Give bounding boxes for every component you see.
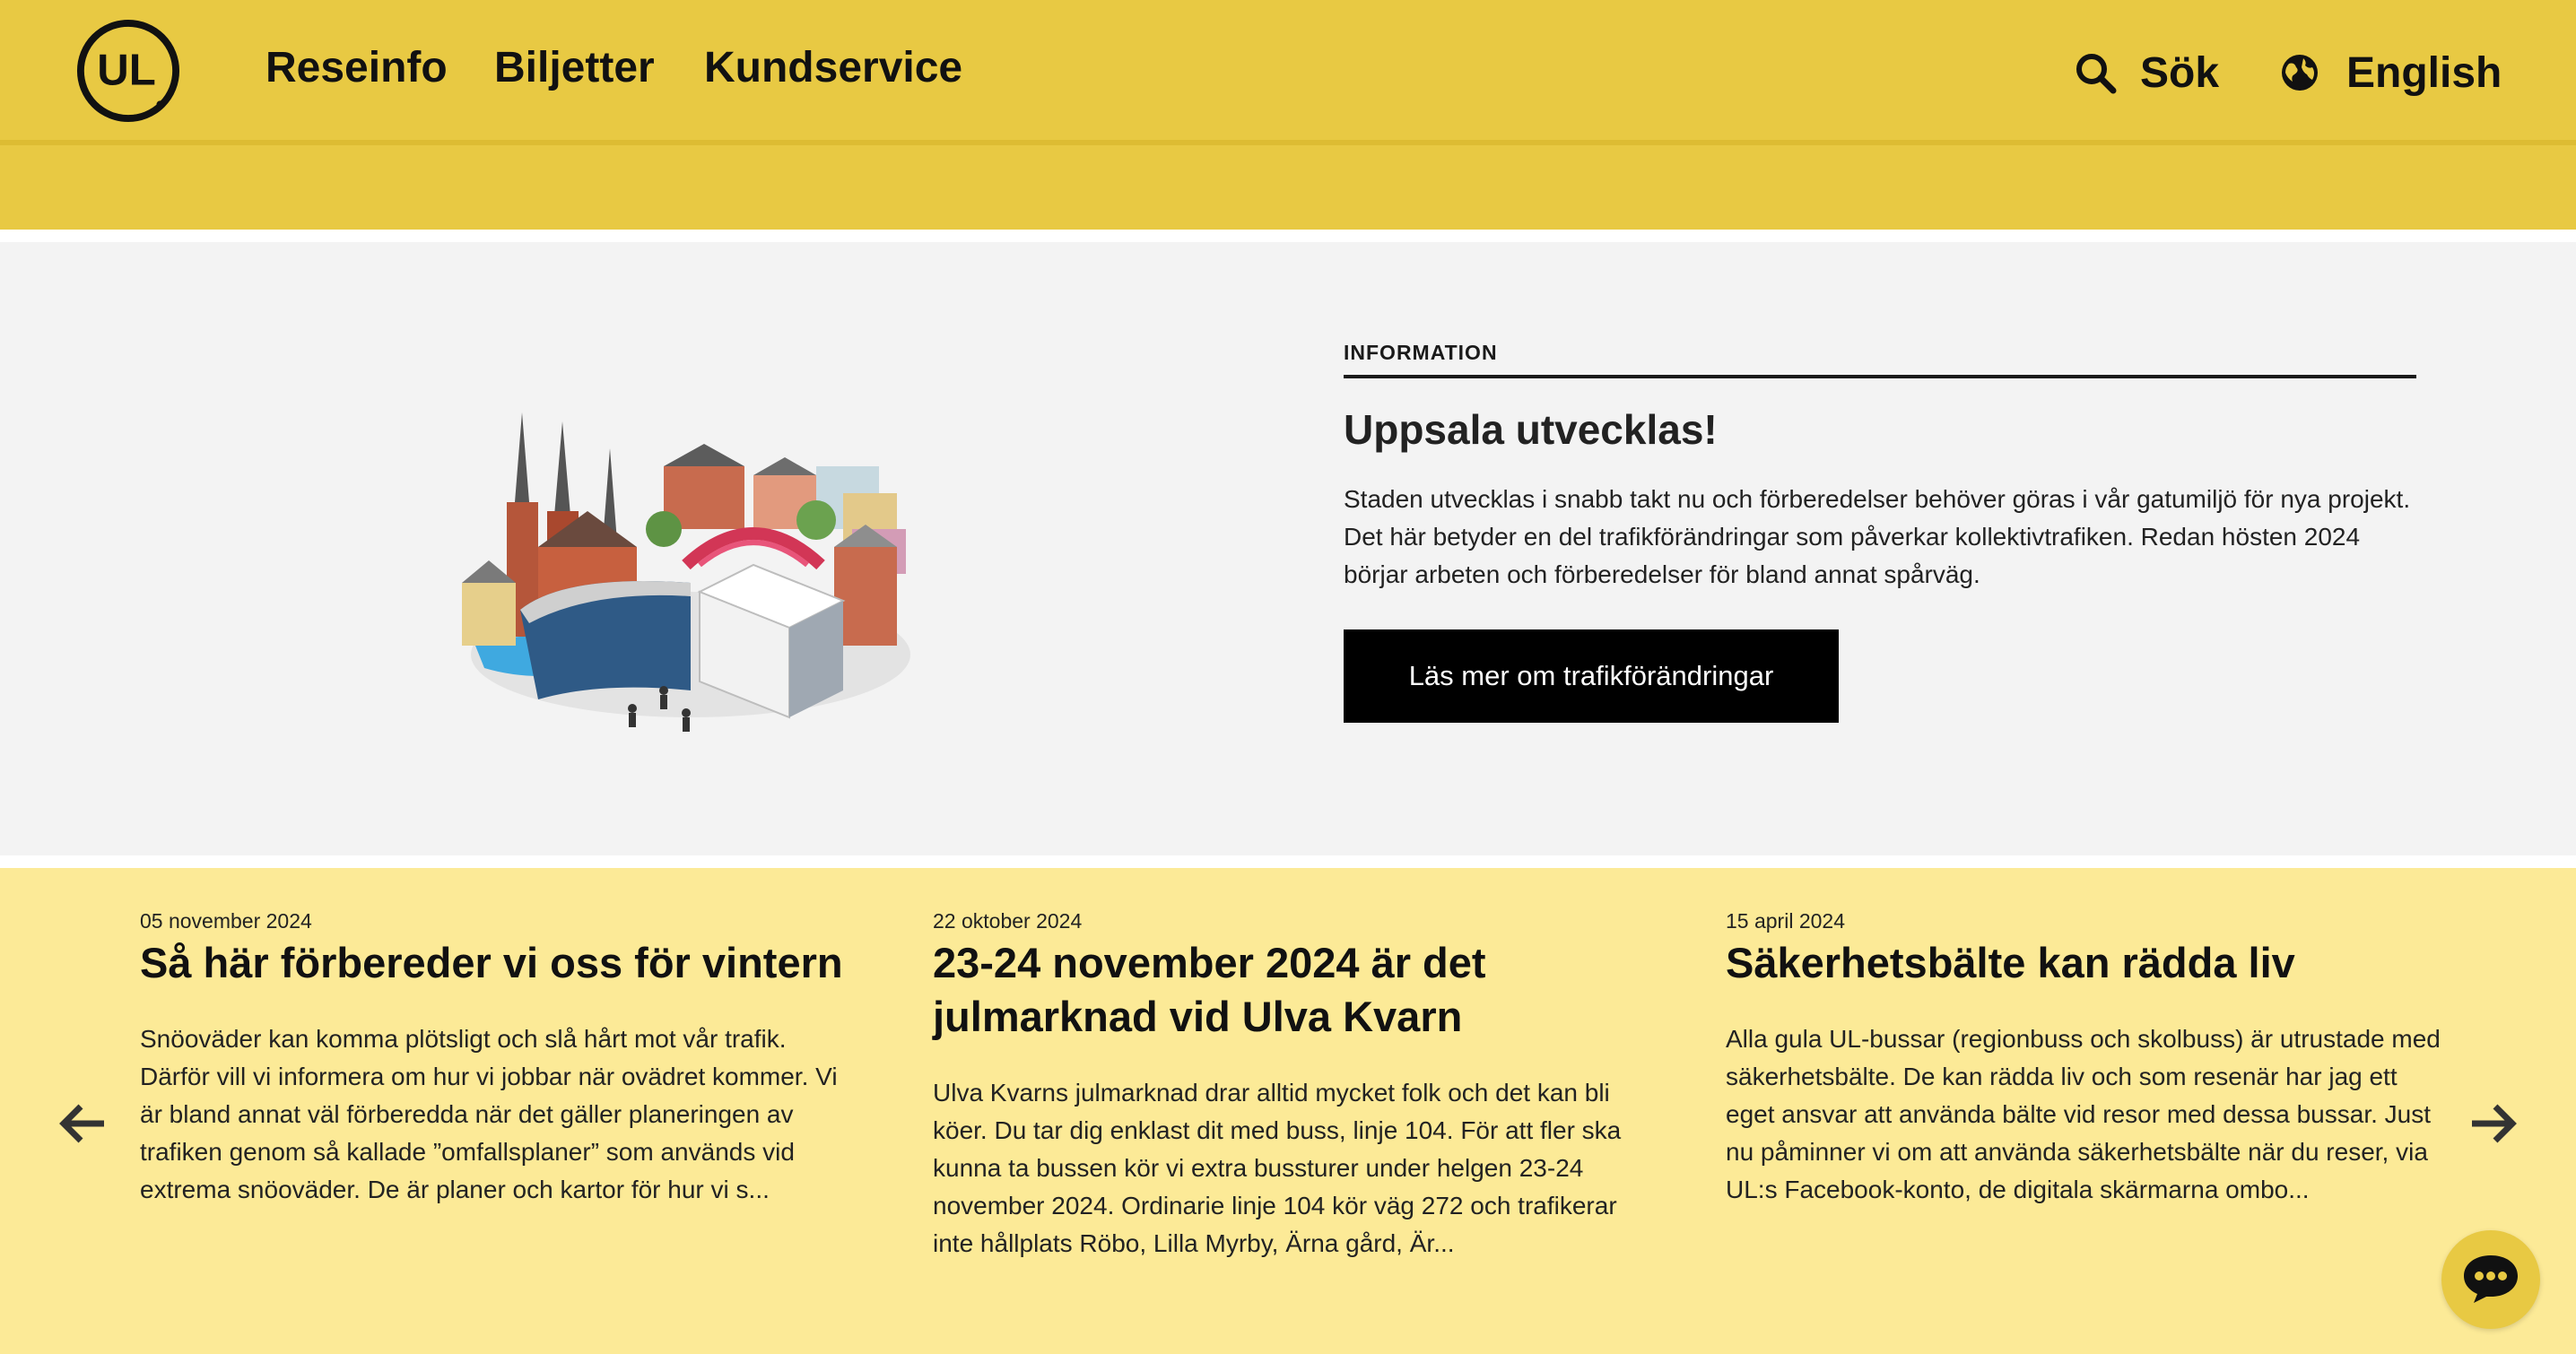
- search-label: Sök: [2140, 48, 2220, 97]
- news-excerpt: Snöoväder kan komma plötsligt och slå hå…: [140, 1025, 838, 1203]
- language-button[interactable]: English: [2280, 43, 2502, 102]
- nav-biljetter[interactable]: Biljetter: [494, 43, 655, 92]
- chat-icon: [2464, 1255, 2518, 1303]
- site-header: UL Reseinfo Biljetter Kundservice Sök En…: [0, 0, 2576, 230]
- info-divider: [1344, 375, 2416, 378]
- search-button[interactable]: Sök: [2074, 43, 2219, 102]
- read-more-traffic-changes-button[interactable]: Läs mer om trafikförändringar: [1344, 629, 1839, 723]
- news-date: 22 oktober 2024: [933, 909, 1083, 933]
- info-section: INFORMATION Uppsala utvecklas! Staden ut…: [0, 242, 2576, 855]
- news-carousel: 05 november 2024 Så här förbereder vi os…: [0, 868, 2576, 1354]
- language-label: English: [2346, 48, 2502, 97]
- nav-reseinfo[interactable]: Reseinfo: [265, 43, 448, 92]
- ul-logo[interactable]: UL: [75, 18, 181, 124]
- header-divider: [0, 140, 2576, 145]
- logo-text: UL: [97, 46, 156, 95]
- news-excerpt: Ulva Kvarns julmarknad drar alltid mycke…: [933, 1079, 1622, 1257]
- news-title[interactable]: Så här förbereder vi oss för vintern: [140, 936, 857, 990]
- chat-button[interactable]: [2441, 1230, 2540, 1329]
- info-title: Uppsala utvecklas!: [1344, 406, 1718, 453]
- info-text: Staden utvecklas i snabb takt nu och för…: [1344, 485, 2411, 588]
- arrow-right-icon[interactable]: [2468, 1101, 2519, 1146]
- globe-icon: [2282, 55, 2318, 91]
- info-label: INFORMATION: [1344, 341, 1498, 364]
- arrow-left-icon[interactable]: [57, 1101, 108, 1146]
- news-title[interactable]: Säkerhetsbälte kan rädda liv: [1726, 936, 2443, 990]
- nav-kundservice[interactable]: Kundservice: [704, 43, 962, 92]
- search-icon: [2076, 54, 2117, 94]
- news-title[interactable]: 23-24 november 2024 är det julmarknad vi…: [933, 936, 1650, 1044]
- news-excerpt: Alla gula UL-bussar (regionbuss och skol…: [1726, 1025, 2441, 1203]
- uppsala-city-illustration: [462, 412, 910, 732]
- news-date: 15 april 2024: [1726, 909, 1845, 933]
- news-date: 05 november 2024: [140, 909, 312, 933]
